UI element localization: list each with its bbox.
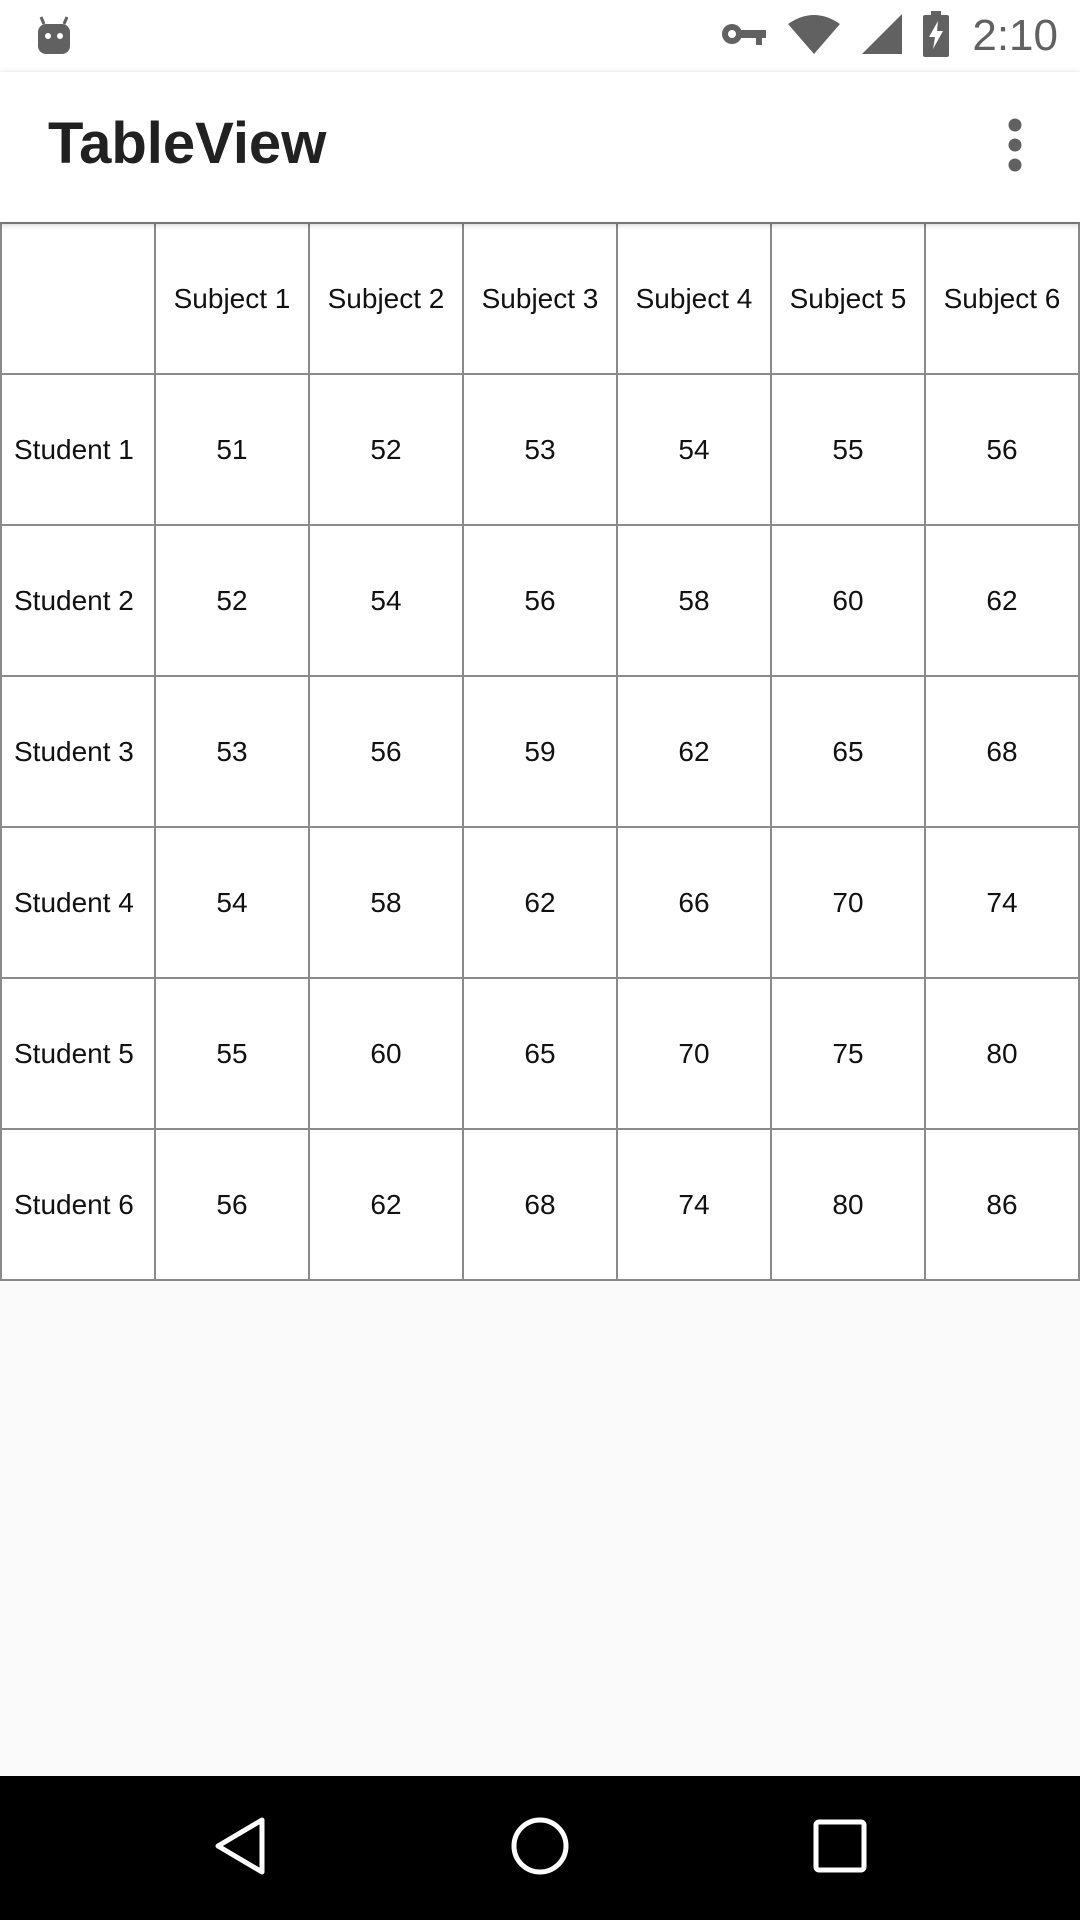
table-cell: 54	[308, 524, 464, 677]
back-icon	[212, 1816, 268, 1881]
row-header: Student 5	[0, 977, 156, 1130]
screen: 2:10 TableView Subject 1 Subject 2 Subject…	[0, 0, 1080, 1920]
table-cell: 55	[154, 977, 310, 1130]
table-cell: 52	[154, 524, 310, 677]
row-header: Student 6	[0, 1128, 156, 1281]
table-cell: 56	[154, 1128, 310, 1281]
table-cell: 60	[308, 977, 464, 1130]
table-cell: 54	[616, 373, 772, 526]
recents-icon	[812, 1818, 868, 1879]
table-row: Student 1 51 52 53 54 55 56	[0, 373, 1080, 526]
table-cell: 53	[462, 373, 618, 526]
back-button[interactable]	[204, 1812, 276, 1884]
table-row: Student 6 56 62 68 74 80 86	[0, 1128, 1080, 1281]
more-vert-icon	[1007, 118, 1023, 177]
row-header: Student 3	[0, 675, 156, 828]
table-cell: 70	[770, 826, 926, 979]
recents-button[interactable]	[804, 1812, 876, 1884]
table-cell: 56	[462, 524, 618, 677]
table-cell: 86	[924, 1128, 1080, 1281]
wifi-icon	[786, 12, 842, 61]
table-header-row: Subject 1 Subject 2 Subject 3 Subject 4 Subj…	[0, 222, 1080, 375]
column-header: Subject 1	[154, 222, 310, 375]
table-cell: 80	[924, 977, 1080, 1130]
column-header: Subject 2	[308, 222, 464, 375]
score-table: Subject 1 Subject 2 Subject 3 Subject 4 Subj…	[0, 222, 1080, 1281]
overflow-menu-button[interactable]	[980, 112, 1050, 182]
table-cell: 65	[770, 675, 926, 828]
table-row: Student 3 53 56 59 62 65 68	[0, 675, 1080, 828]
row-header: Student 1	[0, 373, 156, 526]
column-header: Subject 4	[616, 222, 772, 375]
table-cell: 52	[308, 373, 464, 526]
table-cell: 54	[154, 826, 310, 979]
corner-cell	[0, 222, 156, 375]
vpn-key-icon	[720, 19, 768, 54]
column-header: Subject 6	[924, 222, 1080, 375]
table-cell: 51	[154, 373, 310, 526]
table-row: Student 2 52 54 56 58 60 62	[0, 524, 1080, 677]
table-cell: 55	[770, 373, 926, 526]
column-header: Subject 3	[462, 222, 618, 375]
status-icons: 2:10	[720, 0, 1058, 72]
app-bar: TableView	[0, 72, 1080, 222]
table-cell: 58	[616, 524, 772, 677]
status-bar: 2:10	[0, 0, 1080, 72]
table-cell: 65	[462, 977, 618, 1130]
home-icon	[510, 1816, 570, 1881]
table-cell: 68	[924, 675, 1080, 828]
status-time: 2:10	[972, 11, 1058, 60]
android-debug-icon	[36, 14, 72, 56]
app-title: TableView	[48, 111, 327, 176]
table-cell: 58	[308, 826, 464, 979]
table-cell: 68	[462, 1128, 618, 1281]
table-cell: 60	[770, 524, 926, 677]
table-cell: 62	[924, 524, 1080, 677]
cell-signal-icon	[860, 12, 904, 61]
table-cell: 62	[308, 1128, 464, 1281]
table-cell: 56	[308, 675, 464, 828]
table-row: Student 5 55 60 65 70 75 80	[0, 977, 1080, 1130]
table-cell: 56	[924, 373, 1080, 526]
table-cell: 75	[770, 977, 926, 1130]
table-cell: 70	[616, 977, 772, 1130]
table-cell: 53	[154, 675, 310, 828]
column-header: Subject 5	[770, 222, 926, 375]
navigation-bar	[0, 1776, 1080, 1920]
table-cell: 62	[462, 826, 618, 979]
battery-charging-icon	[922, 10, 950, 62]
table-cell: 80	[770, 1128, 926, 1281]
table-cell: 62	[616, 675, 772, 828]
row-header: Student 4	[0, 826, 156, 979]
table-cell: 74	[924, 826, 1080, 979]
table-row: Student 4 54 58 62 66 70 74	[0, 826, 1080, 979]
row-header: Student 2	[0, 524, 156, 677]
table-cell: 59	[462, 675, 618, 828]
table-cell: 74	[616, 1128, 772, 1281]
home-button[interactable]	[504, 1812, 576, 1884]
table-cell: 66	[616, 826, 772, 979]
table-view[interactable]: Subject 1 Subject 2 Subject 3 Subject 4 Subj…	[0, 222, 1080, 1281]
